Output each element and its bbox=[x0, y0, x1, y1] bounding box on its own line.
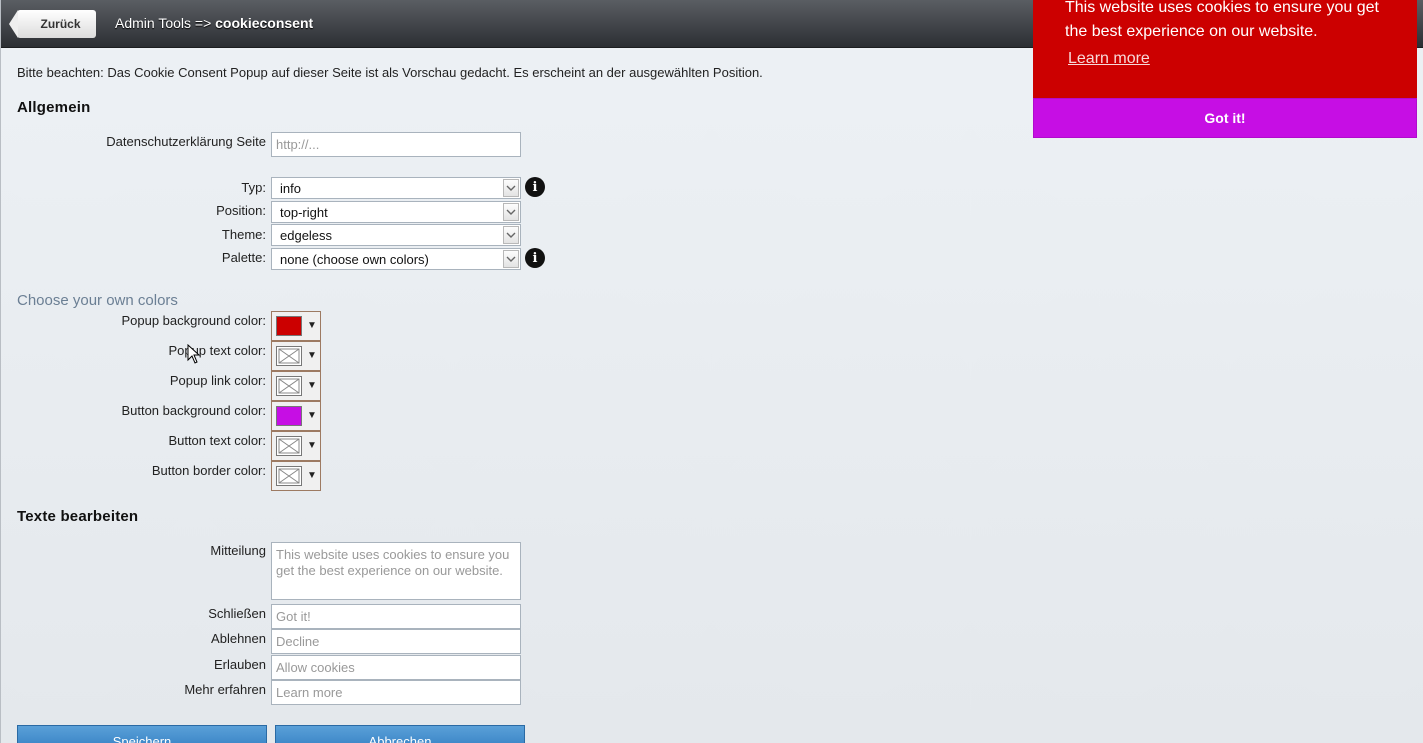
section-heading-colors: Choose your own colors bbox=[17, 292, 178, 309]
button-border-color-picker[interactable]: ▼ bbox=[271, 461, 321, 491]
learn-more-label: Mehr erfahren bbox=[184, 682, 266, 697]
popup-link-color-picker[interactable]: ▼ bbox=[271, 371, 321, 401]
chevron-down-icon bbox=[503, 250, 519, 268]
preview-note: Bitte beachten: Das Cookie Consent Popup… bbox=[17, 65, 763, 80]
dropdown-arrow-icon: ▼ bbox=[307, 410, 317, 421]
chevron-down-icon bbox=[503, 203, 519, 221]
cookie-accept-button[interactable]: Got it! bbox=[1033, 98, 1417, 138]
popup-text-color-picker[interactable]: ▼ bbox=[271, 341, 321, 371]
button-text-color-label: Button text color: bbox=[168, 433, 266, 448]
dropdown-arrow-icon: ▼ bbox=[307, 470, 317, 481]
color-swatch bbox=[276, 406, 302, 426]
no-color-icon bbox=[276, 466, 302, 486]
section-heading-general: Allgemein bbox=[17, 99, 91, 116]
popup-link-color-label: Popup link color: bbox=[169, 373, 266, 388]
palette-select[interactable]: none (choose own colors) bbox=[271, 248, 521, 270]
breadcrumb: Admin Tools => cookieconsent bbox=[115, 15, 313, 31]
cookie-learn-more-link[interactable]: Learn more bbox=[1068, 50, 1150, 68]
privacy-page-input[interactable] bbox=[271, 132, 521, 157]
no-color-icon bbox=[276, 346, 302, 366]
info-icon[interactable]: i bbox=[525, 248, 545, 268]
popup-bg-color-picker[interactable]: ▼ bbox=[271, 311, 321, 341]
dropdown-arrow-icon: ▼ bbox=[307, 350, 317, 361]
popup-bg-color-label: Popup background color: bbox=[121, 313, 266, 328]
cookie-consent-popup: This website uses cookies to ensure you … bbox=[1033, 0, 1417, 138]
decline-label: Ablehnen bbox=[211, 631, 266, 646]
cancel-button[interactable]: Abbrechen bbox=[275, 725, 525, 743]
close-text-input[interactable] bbox=[271, 604, 521, 629]
allow-label: Erlauben bbox=[213, 657, 266, 672]
save-button[interactable]: Speichern bbox=[17, 725, 267, 743]
back-button[interactable]: Zurück bbox=[9, 10, 96, 38]
button-bg-color-label: Button background color: bbox=[121, 403, 266, 418]
close-label: Schließen bbox=[208, 606, 266, 621]
section-heading-texts: Texte bearbeiten bbox=[17, 508, 139, 525]
position-label: Position: bbox=[216, 203, 266, 218]
position-select-value: top-right bbox=[280, 205, 328, 220]
chevron-down-icon bbox=[503, 226, 519, 244]
button-text-color-picker[interactable]: ▼ bbox=[271, 431, 321, 461]
theme-select-value: edgeless bbox=[280, 228, 333, 243]
no-color-icon bbox=[276, 436, 302, 456]
color-swatch bbox=[276, 316, 302, 336]
button-border-color-label: Button border color: bbox=[151, 463, 266, 478]
palette-select-value: none (choose own colors) bbox=[280, 252, 429, 267]
position-select[interactable]: top-right bbox=[271, 201, 521, 223]
learn-more-text-input[interactable] bbox=[271, 680, 521, 705]
dropdown-arrow-icon: ▼ bbox=[307, 380, 317, 391]
theme-label: Theme: bbox=[221, 227, 266, 242]
palette-label: Palette: bbox=[221, 250, 266, 265]
allow-text-input[interactable] bbox=[271, 655, 521, 680]
cookie-message: This website uses cookies to ensure you … bbox=[1065, 0, 1379, 40]
type-select[interactable]: info bbox=[271, 177, 521, 199]
privacy-page-label: Datenschutzerklärung Seite bbox=[106, 134, 266, 149]
theme-select[interactable]: edgeless bbox=[271, 224, 521, 246]
dropdown-arrow-icon: ▼ bbox=[307, 440, 317, 451]
no-color-icon bbox=[276, 376, 302, 396]
decline-text-input[interactable] bbox=[271, 629, 521, 654]
message-textarea[interactable] bbox=[271, 542, 521, 600]
breadcrumb-current: cookieconsent bbox=[215, 15, 314, 31]
message-label: Mitteilung bbox=[210, 543, 266, 558]
type-label: Typ: bbox=[241, 180, 266, 195]
chevron-down-icon bbox=[503, 179, 519, 197]
type-select-value: info bbox=[280, 181, 301, 196]
cookie-popup-body: This website uses cookies to ensure you … bbox=[1033, 0, 1417, 98]
button-bg-color-picker[interactable]: ▼ bbox=[271, 401, 321, 431]
dropdown-arrow-icon: ▼ bbox=[307, 320, 317, 331]
breadcrumb-prefix: Admin Tools => bbox=[115, 15, 216, 31]
info-icon[interactable]: i bbox=[525, 177, 545, 197]
mouse-cursor-icon bbox=[187, 344, 201, 364]
popup-text-color-label: Popup text color: bbox=[168, 343, 266, 358]
